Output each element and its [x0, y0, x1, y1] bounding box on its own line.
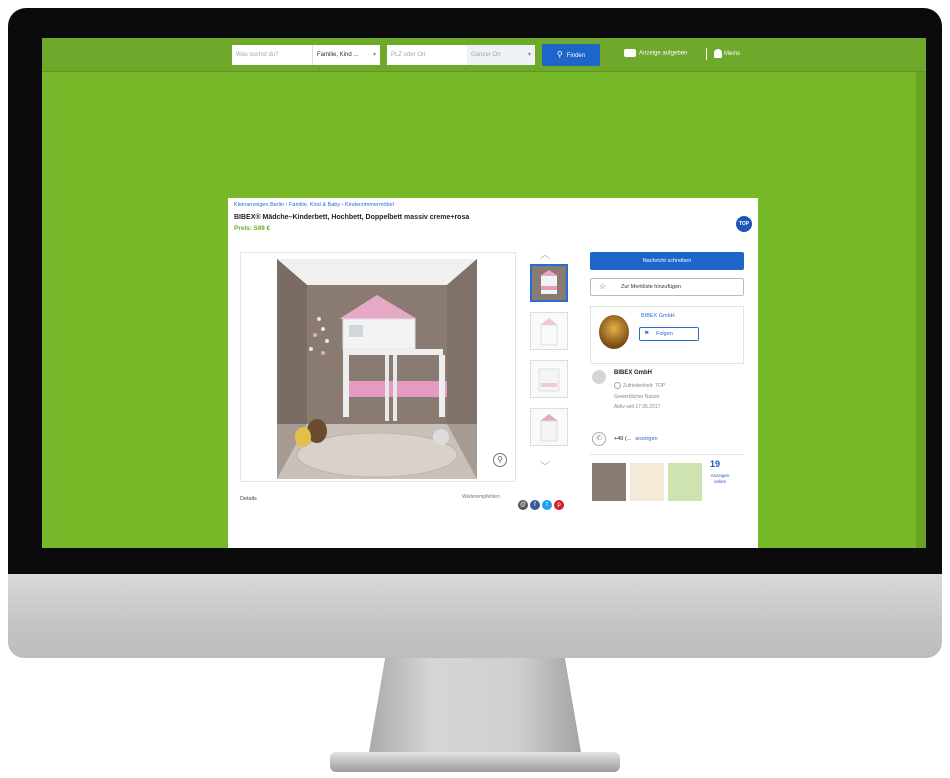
thumbnail-4[interactable] — [530, 408, 568, 446]
follow-icon: ⚑ — [644, 331, 650, 337]
chevron-down-icon[interactable]: ﹀ — [540, 458, 550, 473]
main-product-image[interactable] — [277, 259, 477, 479]
pinterest-icon[interactable]: p — [554, 500, 564, 510]
more-ads-section: 19 Anzeigen online — [590, 454, 744, 504]
thumbnail-image — [540, 414, 558, 442]
monitor-stand-neck — [368, 658, 582, 758]
chevron-down-icon: ▾ — [372, 52, 376, 58]
seller-name-link[interactable]: BIBEX GmbH — [641, 313, 675, 319]
ads-count[interactable]: 19 — [710, 459, 720, 469]
category-value: Familie, Kind ... — [317, 52, 359, 58]
zoom-icon[interactable]: ⚲ — [493, 453, 507, 467]
share-label: Weiterempfehlen — [462, 494, 500, 500]
site-header: Was suchst du? Familie, Kind ... ▾ PLZ o… — [42, 38, 926, 72]
header-divider — [706, 48, 707, 60]
ads-count-label[interactable]: Anzeigen online — [706, 473, 734, 485]
search-input[interactable]: Was suchst du? — [232, 45, 312, 65]
facebook-icon[interactable]: f — [530, 500, 540, 510]
chevron-down-icon: ▾ — [527, 52, 531, 58]
other-ad-thumbnail[interactable] — [592, 463, 626, 501]
page-right-edge — [916, 72, 926, 548]
send-message-button[interactable]: Nachricht schreiben — [590, 252, 744, 270]
monitor-chin — [8, 574, 942, 658]
screen: Was suchst du? Familie, Kind ... ▾ PLZ o… — [42, 38, 926, 548]
add-to-watchlist-button[interactable]: ☆ Zur Merkliste hinzufügen — [590, 278, 744, 296]
radius-select[interactable]: Ganzer Ort ▾ — [467, 45, 535, 65]
search-icon: ⚲ — [556, 50, 563, 59]
radius-value: Ganzer Ort — [471, 52, 501, 58]
phone-number: +49 (... anzeigen — [614, 436, 658, 442]
car-icon — [624, 49, 636, 57]
listing-card: Kleinanzeigen Berlin › Familie, Kind & B… — [228, 198, 758, 548]
active-since-text: Aktiv seit 17.05.2017 — [614, 404, 661, 410]
post-ad-link[interactable]: Anzeige aufgeben — [624, 49, 687, 57]
breadcrumb[interactable]: Kleinanzeigen Berlin › Familie, Kind & B… — [234, 202, 394, 208]
listing-title: BIBEX® Mädche–Kinderbett, Hochbett, Dopp… — [234, 214, 470, 221]
show-phone-link[interactable]: anzeigen — [635, 436, 657, 442]
location-input[interactable]: PLZ oder Ort — [387, 45, 467, 65]
my-account-label: Meins — [724, 51, 741, 58]
profile-name[interactable]: BIBEX GmbH — [614, 370, 652, 376]
twitter-icon[interactable]: t — [542, 500, 552, 510]
thumbnail-3[interactable] — [530, 360, 568, 398]
phone-icon: ✆ — [592, 432, 606, 446]
star-icon: ☆ — [599, 282, 607, 291]
watchlist-label: Zur Merkliste hinzufügen — [621, 284, 682, 290]
mail-icon[interactable]: @ — [518, 500, 528, 510]
details-heading: Details — [240, 496, 257, 502]
thumbnail-image — [538, 368, 560, 392]
top-badge: TOP — [736, 216, 752, 232]
thumbnail-strip: ︿ ﹀ — [526, 250, 572, 482]
my-account-link[interactable]: Meins — [714, 49, 740, 58]
contact-sidebar: Nachricht schreiben ☆ Zur Merkliste hinzu… — [584, 248, 752, 548]
follow-label: Folgen — [656, 331, 673, 337]
chevron-up-icon[interactable]: ︿ — [540, 246, 550, 261]
seller-card: BIBEX GmbH ⚑ Folgen — [590, 306, 744, 364]
thumbnail-image — [540, 318, 558, 346]
thumbnail-1[interactable] — [530, 264, 568, 302]
monitor-stand-foot — [330, 752, 620, 772]
listing-price: Preis: 599 € — [234, 225, 271, 232]
thumbnail-2[interactable] — [530, 312, 568, 350]
follow-button[interactable]: ⚑ Folgen — [639, 327, 699, 341]
other-ad-thumbnail[interactable] — [668, 463, 702, 501]
message-button-label: Nachricht schreiben — [642, 258, 692, 264]
avatar — [592, 370, 606, 384]
post-ad-label: Anzeige aufgeben — [639, 50, 688, 57]
thumbnail-image — [532, 266, 566, 300]
imac-mockup: Was suchst du? Familie, Kind ... ▾ PLZ o… — [0, 0, 950, 778]
user-icon — [714, 49, 722, 58]
other-ad-thumbnail[interactable] — [630, 463, 664, 501]
find-button-label: Finden — [566, 53, 586, 59]
category-select[interactable]: Familie, Kind ... ▾ — [312, 45, 380, 65]
image-gallery[interactable]: ⚲ — [240, 252, 516, 482]
smiley-icon — [614, 382, 621, 389]
find-button[interactable]: ⚲ Finden — [542, 44, 600, 66]
share-icons: @ f t p — [518, 493, 566, 511]
user-type-text: Gewerblicher Nutzer — [614, 394, 660, 400]
seller-logo — [599, 315, 629, 349]
satisfaction-text: Zufriedenheit: TOP — [614, 382, 665, 389]
